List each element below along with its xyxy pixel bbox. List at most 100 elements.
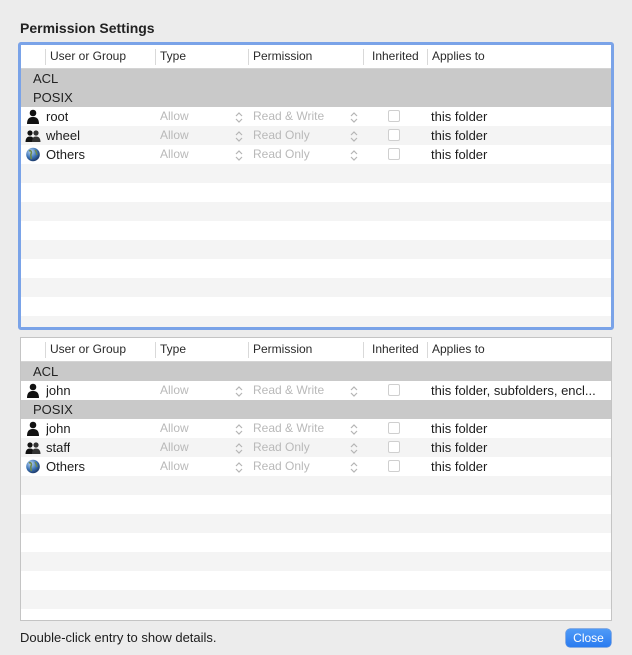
column-separator — [45, 342, 46, 358]
globe-icon — [25, 147, 41, 162]
column-header-applies[interactable]: Applies to — [432, 45, 485, 68]
chevron-updown-icon[interactable] — [350, 384, 358, 397]
column-header-permission[interactable]: Permission — [253, 45, 312, 68]
inherited-checkbox[interactable] — [388, 441, 400, 453]
chevron-updown-icon[interactable] — [235, 384, 243, 397]
applies-to-value: this folder — [431, 147, 488, 162]
column-separator — [155, 49, 156, 65]
group-row-acl: ACL — [21, 69, 611, 88]
chevron-updown-icon[interactable] — [235, 441, 243, 454]
empty-row — [21, 316, 611, 327]
page-title: Permission Settings — [20, 20, 155, 36]
chevron-updown-icon[interactable] — [350, 110, 358, 123]
chevron-updown-icon[interactable] — [350, 148, 358, 161]
applies-to-value: this folder — [431, 459, 488, 474]
chevron-updown-icon[interactable] — [235, 110, 243, 123]
type-popup[interactable]: Allow — [160, 145, 189, 164]
empty-row — [21, 590, 611, 609]
chevron-updown-icon[interactable] — [350, 460, 358, 473]
column-header-type[interactable]: Type — [160, 45, 186, 68]
empty-row — [21, 259, 611, 278]
column-header-user[interactable]: User or Group — [50, 45, 126, 68]
column-header-applies[interactable]: Applies to — [432, 338, 485, 361]
applies-to-value: this folder, subfolders, encl... — [431, 383, 596, 398]
empty-row — [21, 164, 611, 183]
chevron-updown-icon[interactable] — [235, 422, 243, 435]
empty-row — [21, 202, 611, 221]
group-label: ACL — [33, 364, 59, 379]
type-popup[interactable]: Allow — [160, 381, 189, 400]
type-popup[interactable]: Allow — [160, 438, 189, 457]
group-row-posix: POSIX — [21, 400, 611, 419]
permission-popup[interactable]: Read Only — [253, 145, 310, 164]
empty-row — [21, 476, 611, 495]
chevron-updown-icon[interactable] — [235, 148, 243, 161]
type-popup[interactable]: Allow — [160, 457, 189, 476]
empty-row — [21, 221, 611, 240]
column-separator — [248, 49, 249, 65]
close-button[interactable]: Close — [566, 629, 611, 647]
column-separator — [427, 342, 428, 358]
user-or-group-name: Others — [46, 459, 86, 474]
inherited-checkbox[interactable] — [388, 129, 400, 141]
user-or-group-name: john — [46, 421, 71, 436]
group-label: POSIX — [33, 90, 73, 105]
column-separator — [248, 342, 249, 358]
inherited-checkbox[interactable] — [388, 422, 400, 434]
table-row[interactable]: staff Allow Read Only this folder — [21, 438, 611, 457]
single-user-icon — [25, 421, 41, 436]
column-header-user[interactable]: User or Group — [50, 338, 126, 361]
permission-popup[interactable]: Read & Write — [253, 107, 324, 126]
single-user-icon — [25, 383, 41, 398]
hint-text: Double-click entry to show details. — [20, 630, 217, 645]
applies-to-value: this folder — [431, 440, 488, 455]
empty-row — [21, 514, 611, 533]
group-label: POSIX — [33, 402, 73, 417]
permission-popup[interactable]: Read & Write — [253, 381, 324, 400]
table-row[interactable]: Others Allow Read Only this folder — [21, 145, 611, 164]
permissions-table-primary[interactable]: User or Group Type Permission Inherited … — [18, 42, 614, 330]
permission-popup[interactable]: Read & Write — [253, 419, 324, 438]
column-separator — [155, 342, 156, 358]
group-label: ACL — [33, 71, 59, 86]
table-row[interactable]: root Allow Read & Write this folder — [21, 107, 611, 126]
globe-icon — [25, 459, 41, 474]
inherited-checkbox[interactable] — [388, 384, 400, 396]
table-header: User or Group Type Permission Inherited … — [21, 338, 611, 362]
table-row[interactable]: wheel Allow Read Only this folder — [21, 126, 611, 145]
chevron-updown-icon[interactable] — [235, 129, 243, 142]
inherited-checkbox[interactable] — [388, 110, 400, 122]
empty-row — [21, 240, 611, 259]
column-header-inherited[interactable]: Inherited — [372, 45, 419, 68]
empty-row — [21, 495, 611, 514]
empty-row — [21, 609, 611, 620]
type-popup[interactable]: Allow — [160, 126, 189, 145]
column-separator — [45, 49, 46, 65]
user-or-group-name: root — [46, 109, 69, 124]
table-rows: john Allow Read & Write this folder staff All… — [21, 419, 611, 620]
inherited-checkbox[interactable] — [388, 148, 400, 160]
chevron-updown-icon[interactable] — [350, 422, 358, 435]
table-row[interactable]: Others Allow Read Only this folder — [21, 457, 611, 476]
inherited-checkbox[interactable] — [388, 460, 400, 472]
user-or-group-name: staff — [46, 440, 71, 455]
table-row[interactable]: john Allow Read & Write this folder, subfol… — [21, 381, 611, 400]
permission-popup[interactable]: Read Only — [253, 126, 310, 145]
column-header-permission[interactable]: Permission — [253, 338, 312, 361]
type-popup[interactable]: Allow — [160, 107, 189, 126]
column-header-inherited[interactable]: Inherited — [372, 338, 419, 361]
chevron-updown-icon[interactable] — [350, 129, 358, 142]
column-header-type[interactable]: Type — [160, 338, 186, 361]
table-rows: john Allow Read & Write this folder, subfol… — [21, 381, 611, 400]
table-row[interactable]: john Allow Read & Write this folder — [21, 419, 611, 438]
permission-popup[interactable]: Read Only — [253, 438, 310, 457]
group-icon — [25, 128, 41, 143]
permissions-table-secondary[interactable]: User or Group Type Permission Inherited … — [20, 337, 612, 621]
chevron-updown-icon[interactable] — [235, 460, 243, 473]
single-user-icon — [25, 109, 41, 124]
empty-row — [21, 571, 611, 590]
type-popup[interactable]: Allow — [160, 419, 189, 438]
chevron-updown-icon[interactable] — [350, 441, 358, 454]
user-or-group-name: john — [46, 383, 71, 398]
permission-popup[interactable]: Read Only — [253, 457, 310, 476]
